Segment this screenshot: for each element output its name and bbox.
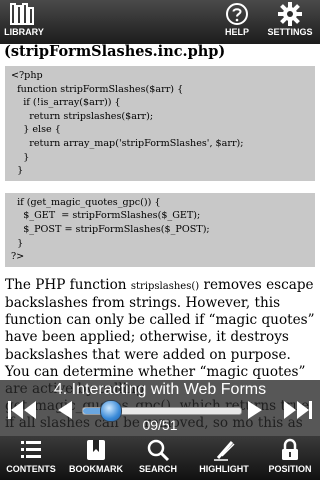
- code-line: if (!is_array($arr)) {: [11, 97, 121, 109]
- position-label: POSITION: [268, 464, 312, 474]
- help-label: HELP: [224, 27, 249, 37]
- highlighter-icon: [214, 441, 235, 461]
- page-counter: 09/51: [142, 417, 178, 433]
- library-label: LIBRARY: [4, 27, 44, 37]
- contents-tab[interactable]: CONTENTS: [2, 438, 60, 474]
- list-icon: [21, 441, 41, 458]
- chapter-title: 4. Interacting with Web Forms: [53, 381, 267, 398]
- code-line: function stripFormSlashes($arr) {: [11, 83, 184, 95]
- code-line: $_GET = stripFormSlashes($_GET);: [11, 210, 201, 222]
- search-tab[interactable]: SEARCH: [134, 438, 182, 474]
- bookmark-tab[interactable]: BOOKMARK: [64, 438, 128, 474]
- position-tab[interactable]: POSITION: [262, 438, 318, 474]
- search-icon: [147, 439, 170, 462]
- lock-icon: [282, 438, 298, 460]
- chapter-navigator: 4. Interacting with Web Forms 09/51: [0, 380, 320, 436]
- code-line: }: [11, 151, 30, 163]
- settings-label: SETTINGS: [267, 27, 313, 37]
- code-line: return array_map('stripFormSlashes', $ar…: [11, 137, 244, 149]
- help-button[interactable]: HELP: [216, 2, 258, 37]
- bookmark-icon: [87, 440, 105, 460]
- section-title: (stripFormSlashes.inc.php): [4, 44, 226, 60]
- inline-code: stripslashes(): [130, 280, 200, 292]
- code-line: ?>: [11, 251, 25, 263]
- library-button[interactable]: LIBRARY: [4, 2, 44, 37]
- code-line: <?php: [11, 70, 43, 81]
- gear-icon: [278, 2, 302, 26]
- code-line: $_POST = stripFormSlashes($_POST);: [11, 223, 210, 235]
- code-line: } else {: [11, 124, 61, 136]
- contents-label: CONTENTS: [6, 464, 56, 474]
- search-label: SEARCH: [138, 464, 177, 474]
- settings-button[interactable]: SETTINGS: [262, 2, 318, 37]
- code-line: }: [11, 165, 24, 177]
- code-line: if (get_magic_quotes_gpc()) {: [11, 196, 161, 208]
- code-block-2: if (get_magic_quotes_gpc()) { $_GET = st…: [5, 192, 315, 267]
- bookmark-label: BOOKMARK: [69, 464, 123, 474]
- library-icon: [10, 3, 34, 25]
- bottom-tab-bar: CONTENTS BOOKMARK SEARCH HIGHLIGHT POSIT…: [0, 436, 320, 480]
- help-icon: [226, 3, 248, 25]
- top-toolbar: LIBRARY HELP SETTINGS: [0, 0, 320, 44]
- code-line: return stripslashes($arr);: [11, 110, 154, 122]
- highlight-label: HIGHLIGHT: [199, 464, 249, 474]
- highlight-tab[interactable]: HIGHLIGHT: [194, 438, 254, 474]
- code-line: }: [11, 237, 24, 249]
- code-block-1: <?php function stripFormSlashes($arr) { …: [5, 66, 315, 181]
- paragraph-text: The PHP function: [5, 276, 131, 293]
- book-content[interactable]: (stripFormSlashes.inc.php) <?php functio…: [0, 44, 320, 436]
